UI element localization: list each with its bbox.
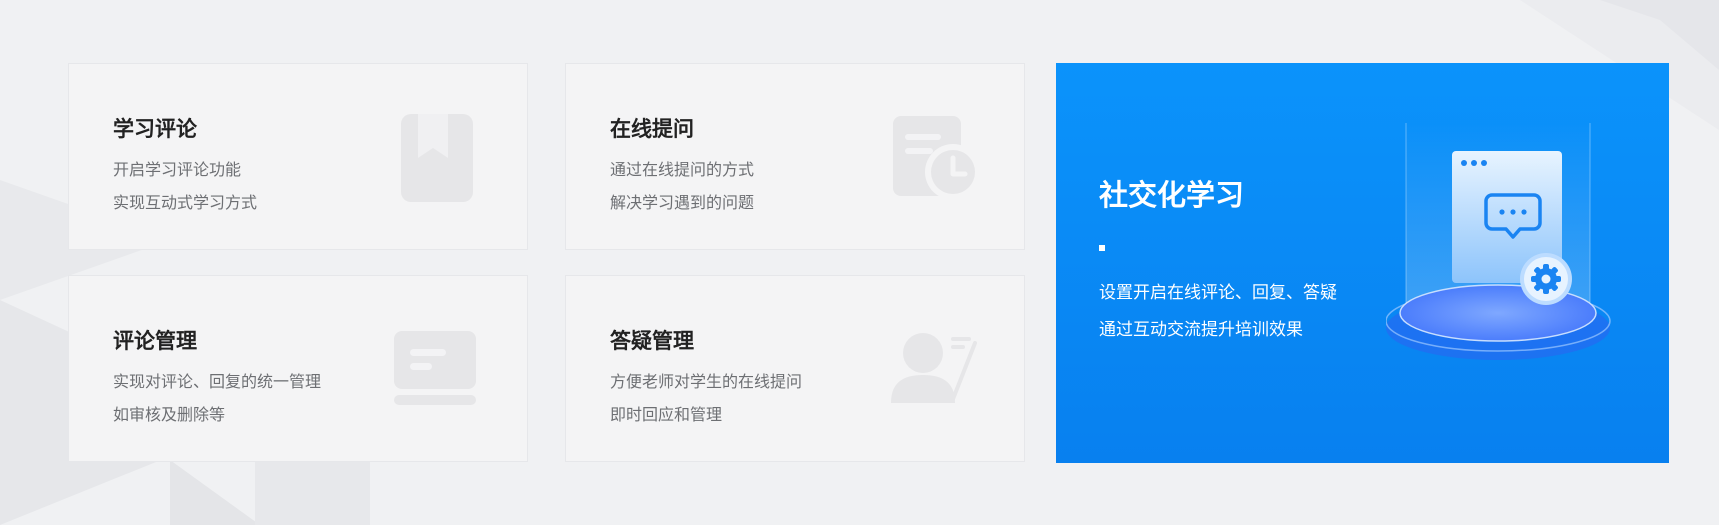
card-title: 在线提问 [610, 117, 694, 141]
chat-settings-illustration [1386, 123, 1611, 360]
document-clock-icon [893, 116, 981, 200]
gear-icon [1531, 264, 1561, 294]
title-divider [1099, 245, 1105, 251]
feature-description: 设置开启在线评论、回复、答疑 [1099, 283, 1337, 303]
card-description: 开启学习评论功能 [113, 160, 242, 179]
card-title: 学习评论 [113, 117, 197, 141]
card-description: 如审核及删除等 [113, 405, 226, 424]
feature-panel-social-learning: 社交化学习 设置开启在线评论、回复、答疑 通过互动交流提升培训效果 [1056, 63, 1669, 463]
feature-description: 通过互动交流提升培训效果 [1099, 320, 1303, 340]
card-title: 评论管理 [113, 329, 197, 353]
user-edit-icon [891, 333, 977, 403]
feature-card-online-questions: 在线提问 通过在线提问的方式 解决学习遇到的问题 [565, 63, 1025, 250]
card-description: 通过在线提问的方式 [610, 160, 755, 179]
feature-card-learning-comments: 学习评论 开启学习评论功能 实现互动式学习方式 [68, 63, 528, 250]
feature-title: 社交化学习 [1099, 178, 1245, 212]
card-description: 即时回应和管理 [610, 405, 723, 424]
card-description: 实现互动式学习方式 [113, 193, 258, 212]
feature-card-comment-management: 评论管理 实现对评论、回复的统一管理 如审核及删除等 [68, 275, 528, 462]
bookmark-icon [401, 114, 473, 202]
card-description: 实现对评论、回复的统一管理 [113, 372, 322, 391]
comment-list-icon [394, 331, 476, 405]
card-description: 方便老师对学生的在线提问 [610, 372, 803, 391]
feature-card-qa-management: 答疑管理 方便老师对学生的在线提问 即时回应和管理 [565, 275, 1025, 462]
card-title: 答疑管理 [610, 329, 694, 353]
card-description: 解决学习遇到的问题 [610, 193, 755, 212]
